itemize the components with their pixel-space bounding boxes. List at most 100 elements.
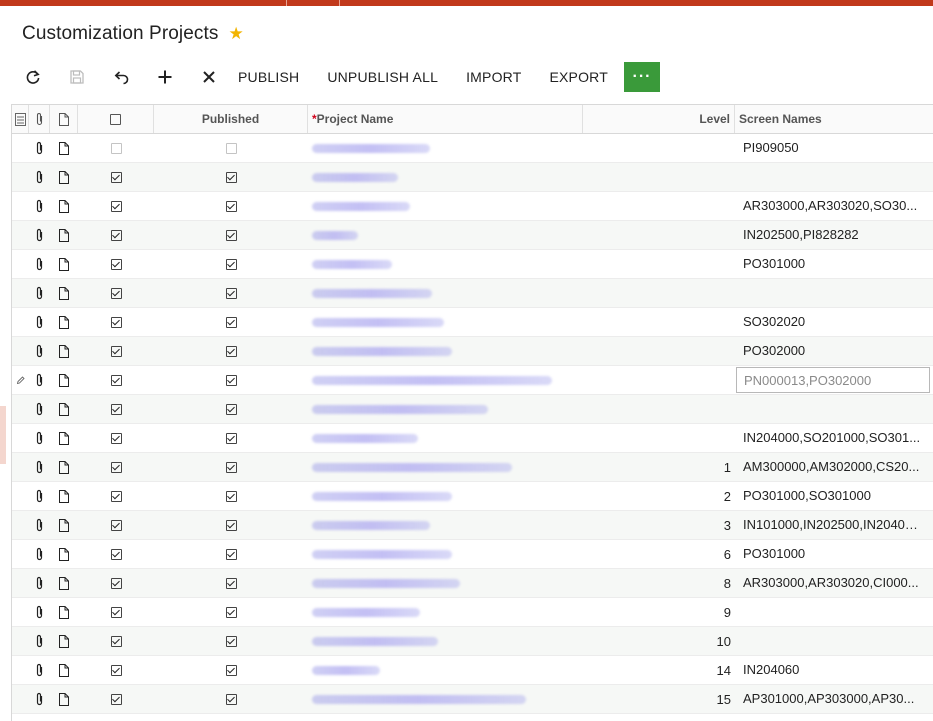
level-cell[interactable] bbox=[583, 163, 731, 191]
project-name-cell[interactable] bbox=[312, 337, 582, 365]
published-checkbox[interactable] bbox=[154, 192, 308, 220]
note-icon[interactable] bbox=[50, 540, 78, 568]
paperclip-icon[interactable] bbox=[29, 453, 50, 481]
level-cell[interactable]: 2 bbox=[583, 482, 731, 510]
row-select-checkbox[interactable] bbox=[78, 279, 154, 307]
screen-names-cell[interactable] bbox=[743, 279, 925, 307]
row-select-checkbox[interactable] bbox=[78, 308, 154, 336]
row-select-checkbox[interactable] bbox=[78, 627, 154, 655]
project-name-cell[interactable] bbox=[312, 656, 582, 684]
project-name-cell[interactable] bbox=[312, 250, 582, 278]
table-row[interactable]: IN204000,SO201000,SO301... bbox=[12, 424, 933, 453]
project-name-cell[interactable] bbox=[312, 685, 582, 713]
note-icon[interactable] bbox=[50, 511, 78, 539]
paperclip-icon[interactable] bbox=[29, 482, 50, 510]
screen-names-cell[interactable]: AP301000,AP303000,AP30... bbox=[743, 685, 925, 713]
table-row[interactable] bbox=[12, 163, 933, 192]
published-checkbox[interactable] bbox=[154, 511, 308, 539]
screen-names-cell[interactable] bbox=[743, 598, 925, 626]
level-cell[interactable] bbox=[583, 221, 731, 249]
note-icon[interactable] bbox=[50, 569, 78, 597]
level-cell[interactable]: 10 bbox=[583, 627, 731, 655]
screen-names-cell[interactable]: AR303000,AR303020,SO30... bbox=[743, 192, 925, 220]
note-icon[interactable] bbox=[50, 134, 78, 162]
screen-names-cell[interactable]: PO301000,SO301000 bbox=[743, 482, 925, 510]
screen-names-cell[interactable]: PO301000 bbox=[743, 250, 925, 278]
delete-icon[interactable] bbox=[194, 62, 224, 92]
project-name-cell[interactable] bbox=[312, 279, 582, 307]
project-name-column-header[interactable]: * Project Name bbox=[308, 105, 583, 133]
table-row[interactable]: IN202500,PI828282 bbox=[12, 221, 933, 250]
paperclip-icon[interactable] bbox=[29, 569, 50, 597]
paperclip-icon[interactable] bbox=[29, 656, 50, 684]
refresh-icon[interactable] bbox=[18, 62, 48, 92]
screen-names-cell[interactable]: PI909050 bbox=[743, 134, 925, 162]
table-row[interactable]: 8 AR303000,AR303020,CI000... bbox=[12, 569, 933, 598]
row-select-checkbox[interactable] bbox=[78, 569, 154, 597]
screen-names-cell[interactable]: AR303000,AR303020,CI000... bbox=[743, 569, 925, 597]
row-selector-header[interactable] bbox=[12, 105, 29, 133]
paperclip-icon[interactable] bbox=[29, 337, 50, 365]
note-icon[interactable] bbox=[50, 250, 78, 278]
table-row[interactable]: PO302000 bbox=[12, 337, 933, 366]
note-icon[interactable] bbox=[50, 685, 78, 713]
note-icon[interactable] bbox=[50, 366, 78, 394]
paperclip-icon[interactable] bbox=[29, 250, 50, 278]
note-icon[interactable] bbox=[50, 395, 78, 423]
level-cell[interactable] bbox=[583, 250, 731, 278]
table-row[interactable] bbox=[12, 395, 933, 424]
note-icon[interactable] bbox=[50, 627, 78, 655]
project-name-cell[interactable] bbox=[312, 308, 582, 336]
note-icon[interactable] bbox=[50, 163, 78, 191]
screen-names-cell[interactable] bbox=[743, 627, 925, 655]
published-checkbox[interactable] bbox=[154, 598, 308, 626]
level-column-header[interactable]: Level bbox=[583, 105, 735, 133]
paperclip-icon[interactable] bbox=[29, 308, 50, 336]
screen-names-cell[interactable]: PO301000 bbox=[743, 540, 925, 568]
published-checkbox[interactable] bbox=[154, 540, 308, 568]
unpublish-all-button[interactable]: UNPUBLISH ALL bbox=[327, 62, 438, 92]
level-cell[interactable]: 15 bbox=[583, 685, 731, 713]
row-select-checkbox[interactable] bbox=[78, 163, 154, 191]
paperclip-icon[interactable] bbox=[29, 511, 50, 539]
note-icon[interactable] bbox=[50, 279, 78, 307]
row-select-checkbox[interactable] bbox=[78, 337, 154, 365]
add-icon[interactable] bbox=[150, 62, 180, 92]
paperclip-icon[interactable] bbox=[29, 163, 50, 191]
paperclip-icon[interactable] bbox=[29, 627, 50, 655]
row-select-checkbox[interactable] bbox=[78, 192, 154, 220]
project-name-cell[interactable] bbox=[312, 163, 582, 191]
table-row[interactable]: 6 PO301000 bbox=[12, 540, 933, 569]
published-checkbox[interactable] bbox=[154, 424, 308, 452]
project-name-cell[interactable] bbox=[312, 453, 582, 481]
paperclip-icon[interactable] bbox=[29, 395, 50, 423]
paperclip-icon[interactable] bbox=[29, 221, 50, 249]
project-name-cell[interactable] bbox=[312, 192, 582, 220]
level-cell[interactable] bbox=[583, 279, 731, 307]
note-icon[interactable] bbox=[50, 192, 78, 220]
screen-names-cell[interactable]: IN101000,IN202500,IN20400... bbox=[743, 511, 925, 539]
screen-names-cell[interactable]: AM300000,AM302000,CS20... bbox=[743, 453, 925, 481]
screen-names-input[interactable]: PN000013,PO302000 bbox=[736, 367, 930, 393]
paperclip-icon[interactable] bbox=[29, 134, 50, 162]
row-select-checkbox[interactable] bbox=[78, 453, 154, 481]
table-row[interactable]: PO301000 bbox=[12, 250, 933, 279]
project-name-cell[interactable] bbox=[312, 482, 582, 510]
paperclip-icon[interactable] bbox=[29, 192, 50, 220]
level-cell[interactable]: 3 bbox=[583, 511, 731, 539]
paperclip-icon[interactable] bbox=[29, 366, 50, 394]
level-cell[interactable] bbox=[583, 366, 731, 394]
export-button[interactable]: EXPORT bbox=[549, 62, 608, 92]
row-select-checkbox[interactable] bbox=[78, 482, 154, 510]
more-actions-button[interactable]: ··· bbox=[623, 62, 660, 92]
level-cell[interactable] bbox=[583, 424, 731, 452]
select-all-checkbox[interactable] bbox=[78, 105, 154, 133]
row-select-checkbox[interactable] bbox=[78, 511, 154, 539]
published-checkbox[interactable] bbox=[154, 308, 308, 336]
project-name-cell[interactable] bbox=[312, 598, 582, 626]
table-row[interactable]: 15 AP301000,AP303000,AP30... bbox=[12, 685, 933, 714]
screen-names-cell[interactable]: IN204000,SO201000,SO301... bbox=[743, 424, 925, 452]
level-cell[interactable] bbox=[583, 395, 731, 423]
note-icon[interactable] bbox=[50, 656, 78, 684]
row-select-checkbox[interactable] bbox=[78, 395, 154, 423]
